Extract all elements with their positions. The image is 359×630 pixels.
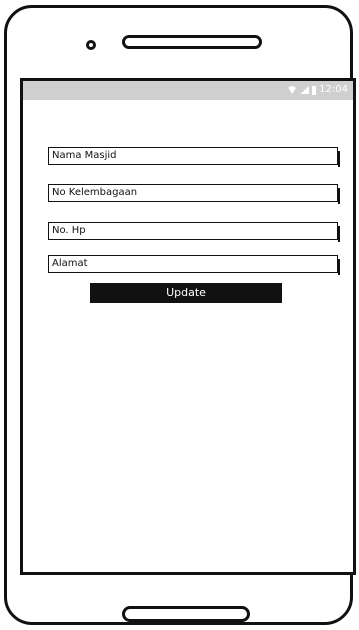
phone-screen: 12:04 Nama Masjid No Kelembagaan No. Hp … (20, 78, 356, 575)
phone-frame: 12:04 Nama Masjid No Kelembagaan No. Hp … (4, 5, 356, 625)
alamat-field[interactable]: Alamat (48, 255, 340, 275)
no-hp-field[interactable]: No. Hp (48, 222, 340, 242)
status-bar: 12:04 (23, 81, 353, 100)
camera-icon (86, 40, 96, 50)
signal-icon (300, 86, 310, 94)
nama-masjid-field[interactable]: Nama Masjid (48, 147, 340, 167)
home-button[interactable] (122, 606, 250, 622)
battery-icon (312, 85, 317, 95)
status-time: 12:04 (319, 84, 348, 95)
wifi-icon (287, 86, 298, 94)
speaker-grille (122, 35, 262, 49)
no-kelembagaan-field[interactable]: No Kelembagaan (48, 184, 340, 204)
update-button[interactable]: Update (90, 283, 282, 303)
status-icons: 12:04 (287, 83, 348, 97)
